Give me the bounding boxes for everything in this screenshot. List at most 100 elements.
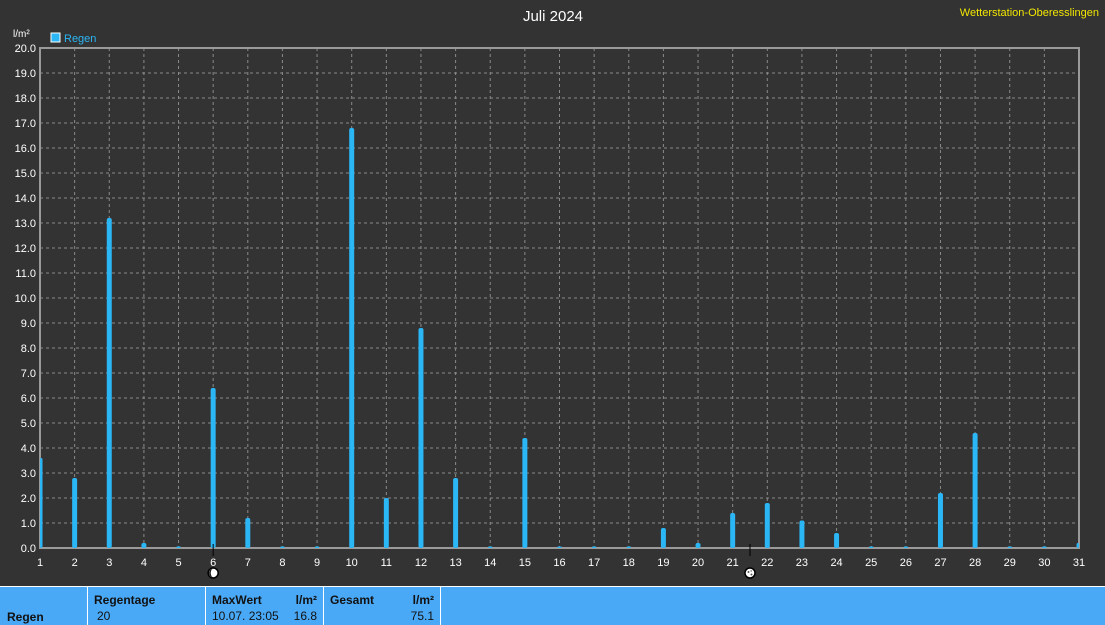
rain-bar [730,513,736,548]
station-label: Wetterstation-Oberesslingen [960,7,1099,19]
max-header: MaxWert [212,593,262,607]
y-tick-label: 17.0 [15,118,36,130]
rain-bar [1076,543,1079,548]
x-tick-label: 4 [141,557,147,569]
x-tick-label: 7 [245,557,251,569]
total-header: Gesamt [330,593,375,607]
rain-days-value: 20 [97,609,111,623]
rain-chart: 0.01.02.03.04.05.06.07.08.09.010.011.012… [13,7,1099,579]
rain-bar [245,518,251,548]
total-unit: l/m² [412,593,434,607]
y-tick-label: 20.0 [15,43,36,55]
moon-phases [207,544,756,579]
x-tick-label: 30 [1038,557,1050,569]
y-tick-label: 5.0 [21,418,36,430]
x-tick-label: 25 [865,557,877,569]
legend-label: Regen [64,33,96,45]
rain-bar [418,328,424,548]
rain-bar [176,546,181,548]
y-tick-labels: 0.0 1.0 2.0 3.0 4.0 5.0 6.0 7.0 8.0 9.0 10.0 11.0 12… [15,43,36,555]
x-tick-label: 8 [279,557,285,569]
y-tick-label: 16.0 [15,143,36,155]
y-axis-unit: l/m² [13,29,30,40]
x-tick-label: 12 [415,557,427,569]
y-tick-label: 2.0 [21,493,36,505]
x-tick-labels: 1 2 3 4 5 6 7 8 9 10 11 12 13 14 15 16 17 18 19 20 21 22 23 24 2… [37,557,1085,569]
x-tick-label: 10 [346,557,358,569]
x-tick-label: 9 [314,557,320,569]
max-datetime: 10.07. 23:05 [212,609,279,623]
y-tick-label: 11.0 [15,268,36,280]
summary-bar: Regen Regentage 20 MaxWert l/m² 10.07. 2… [0,586,1105,625]
rain-bar [937,493,943,548]
x-tick-label: 14 [484,557,496,569]
rain-days-cell: Regentage 20 [88,587,206,625]
y-tick-label: 10.0 [15,293,36,305]
x-tick-label: 2 [72,557,78,569]
summary-row-label-cell: Regen [0,587,88,625]
x-tick-label: 6 [210,557,216,569]
y-tick-label: 8.0 [21,343,36,355]
y-tick-label: 15.0 [15,168,36,180]
y-tick-label: 7.0 [21,368,36,380]
rain-days-header: Regentage [94,593,156,607]
rain-bar [592,546,597,548]
rain-bar [834,533,840,548]
rain-bar [522,438,528,548]
rain-bar [660,528,666,548]
y-tick-label: 6.0 [21,393,36,405]
x-tick-label: 1 [37,557,43,569]
x-tick-label: 26 [900,557,912,569]
x-tick-label: 13 [449,557,461,569]
max-value-cell: MaxWert l/m² 10.07. 23:05 16.8 [206,587,324,625]
y-tick-label: 1.0 [21,518,36,530]
x-tick-label: 28 [969,557,981,569]
y-tick-label: 12.0 [15,243,36,255]
rain-bar [799,520,805,548]
y-tick-label: 3.0 [21,468,36,480]
y-tick-label: 4.0 [21,443,36,455]
legend-swatch [50,32,61,43]
rain-bar [557,546,562,548]
chart-title: Juli 2024 [523,8,583,25]
rain-bar [106,218,112,548]
rain-bar [315,546,320,548]
rain-bar [1007,546,1012,548]
x-tick-label: 18 [623,557,635,569]
x-tick-label: 11 [381,557,392,569]
x-tick-label: 17 [588,557,600,569]
x-tick-label: 31 [1073,557,1085,569]
rain-bar [280,546,285,548]
y-tick-label: 14.0 [15,193,36,205]
new-moon-icon [207,567,219,579]
rain-bar [869,546,874,548]
x-tick-label: 16 [553,557,565,569]
rain-bar [1042,546,1047,548]
rain-bar [903,546,908,548]
x-tick-label: 22 [761,557,773,569]
x-tick-label: 24 [830,557,842,569]
rain-bar [141,543,147,548]
y-tick-label: 18.0 [15,93,36,105]
rain-bar [72,478,78,548]
x-tick-label: 21 [727,557,739,569]
y-tick-label: 0.0 [21,543,36,555]
x-tick-label: 23 [796,557,808,569]
summary-row-label: Regen [7,610,44,624]
rain-bar [383,498,389,548]
full-moon-icon [744,567,756,579]
x-tick-label: 3 [106,557,112,569]
y-tick-label: 9.0 [21,318,36,330]
rain-bar [210,388,216,548]
y-tick-label: 13.0 [15,218,36,230]
rain-bar [349,128,355,548]
y-tick-label: 19.0 [15,68,36,80]
x-tick-label: 29 [1004,557,1016,569]
rain-bar [453,478,459,548]
x-tick-label: 19 [657,557,669,569]
rain-bar [764,503,770,548]
x-tick-label: 15 [519,557,531,569]
rain-chart-window: 0.0 1.0 2.0 3.0 4.0 5.0 6.0 7.0 8.0 9.0 10.0 11.0 12… [0,0,1105,625]
rain-bar [488,546,493,548]
rain-bar [626,546,631,548]
